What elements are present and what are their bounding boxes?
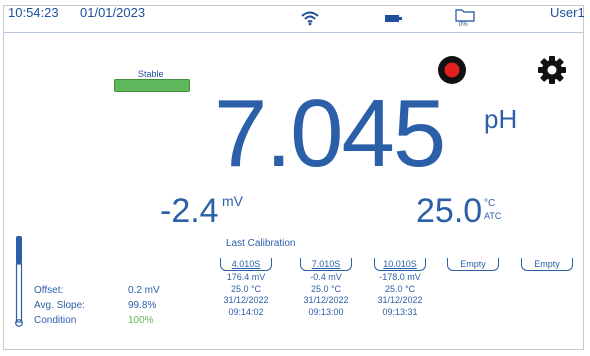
buffer-button-3[interactable]: 10.010S	[374, 258, 426, 271]
user-name[interactable]: User1	[550, 5, 585, 20]
cal-time-1: 09:14:02	[228, 306, 264, 317]
battery-icon	[385, 15, 402, 22]
cal-date-3: 31/12/2022	[377, 295, 423, 305]
cal-temp-1: 25.0 °C	[230, 283, 262, 294]
cal-temp-3: 25.0 °C	[384, 283, 416, 294]
cal-time-2: 09:13:00	[308, 306, 344, 317]
cal-temp-2: 25.0 °C	[310, 283, 342, 294]
stability-label: Stable	[138, 69, 164, 79]
condition-label: Condition	[34, 315, 77, 326]
calibration-point-2: 7.010S -0.4 mV 25.0 °C 31/12/2022 09:13:…	[296, 258, 356, 318]
buffer-button-2[interactable]: 7.010S	[300, 258, 352, 271]
temperature-mode: ATC	[484, 211, 502, 221]
slope-label: Avg. Slope:	[34, 300, 85, 311]
folder-icon	[455, 9, 475, 22]
clock-time: 10:54:23	[8, 5, 59, 20]
slope-value: 99.8%	[128, 300, 157, 311]
mv-unit: mV	[222, 193, 243, 209]
calibration-point-5: Empty	[517, 258, 577, 272]
cal-mv-2: -0.4 mV	[310, 272, 342, 282]
cal-mv-1: 176.4 mV	[226, 272, 266, 282]
wifi-icon	[301, 11, 319, 26]
calibration-point-1: 4.010S 176.4 mV 25.0 °C 31/12/2022 09:14…	[216, 258, 276, 318]
ph-unit: pH	[484, 104, 518, 134]
offset-label: Offset:	[34, 285, 64, 296]
temperature-unit: °C	[484, 198, 496, 209]
condition-value: 100%	[128, 315, 154, 326]
buffer-button-1[interactable]: 4.010S	[220, 258, 272, 271]
mv-reading: -2.4	[160, 192, 219, 230]
cal-date-1: 31/12/2022	[223, 295, 269, 305]
cal-date-2: 31/12/2022	[303, 295, 349, 305]
buffer-button-5[interactable]: Empty	[521, 258, 573, 271]
ph-reading: 7.045	[214, 80, 446, 187]
offset-value: 0.2 mV	[128, 285, 160, 296]
gear-icon[interactable]	[537, 55, 567, 85]
stability-bar	[114, 79, 190, 92]
calibration-point-4: Empty	[443, 258, 503, 272]
clock-date: 01/01/2023	[80, 5, 146, 20]
storage-folder-button[interactable]: 0%	[455, 8, 475, 30]
storage-percent: 0%	[459, 22, 468, 28]
calibration-title: Last Calibration	[226, 238, 296, 249]
electrode-icon	[15, 236, 23, 327]
temperature-reading: 25.0	[416, 192, 483, 230]
cal-time-3: 09:13:31	[382, 306, 418, 317]
buffer-button-4[interactable]: Empty	[447, 258, 499, 271]
cal-mv-3: -178.0 mV	[379, 272, 421, 282]
calibration-point-3: 10.010S -178.0 mV 25.0 °C 31/12/2022 09:…	[370, 258, 430, 318]
